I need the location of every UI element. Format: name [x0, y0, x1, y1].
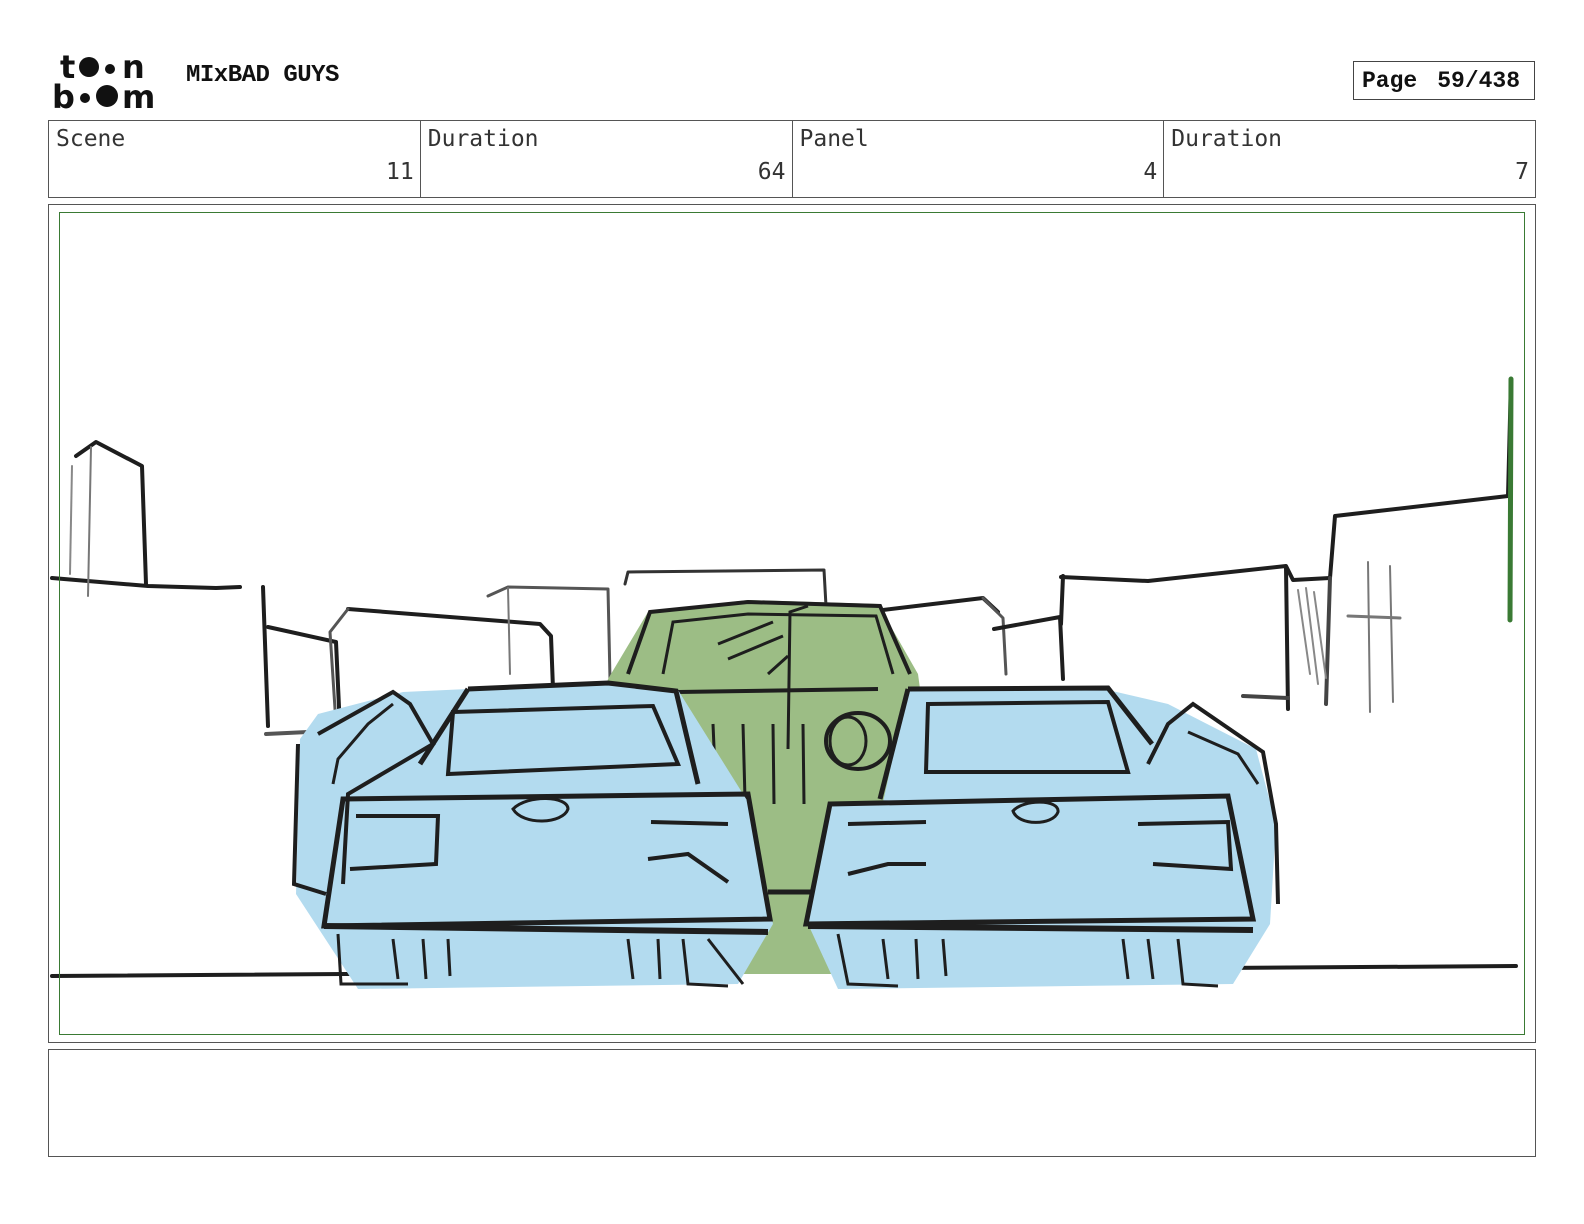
panel-duration-cell: Duration 7	[1164, 121, 1535, 197]
panel-label: Panel	[799, 126, 869, 152]
scene-label: Scene	[56, 126, 126, 152]
panel-notes-box	[48, 1049, 1536, 1157]
scene-info-row: Scene 11 Duration 64 Panel 4 Duration 7	[48, 120, 1536, 198]
page-label: Page	[1362, 67, 1418, 94]
page-number: 59/438	[1437, 67, 1521, 94]
panel-duration-label: Duration	[1171, 126, 1283, 152]
svg-text:m: m	[122, 78, 155, 112]
scene-duration-cell: Duration 64	[421, 121, 793, 197]
svg-text:b: b	[52, 78, 75, 112]
panel-cell: Panel 4	[793, 121, 1165, 197]
scene-cell: Scene 11	[49, 121, 421, 197]
project-title: MIxBAD GUYS	[186, 62, 339, 89]
panel-duration-value: 7	[1515, 159, 1529, 185]
panel-safe-area-frame	[59, 212, 1525, 1035]
page-indicator: Page 59/438	[1353, 61, 1535, 100]
scene-duration-value: 64	[757, 159, 786, 185]
toon-boom-logo: t n b m	[52, 50, 155, 112]
scene-value: 11	[386, 159, 414, 185]
panel-value: 4	[1143, 159, 1158, 185]
scene-duration-label: Duration	[427, 126, 539, 152]
